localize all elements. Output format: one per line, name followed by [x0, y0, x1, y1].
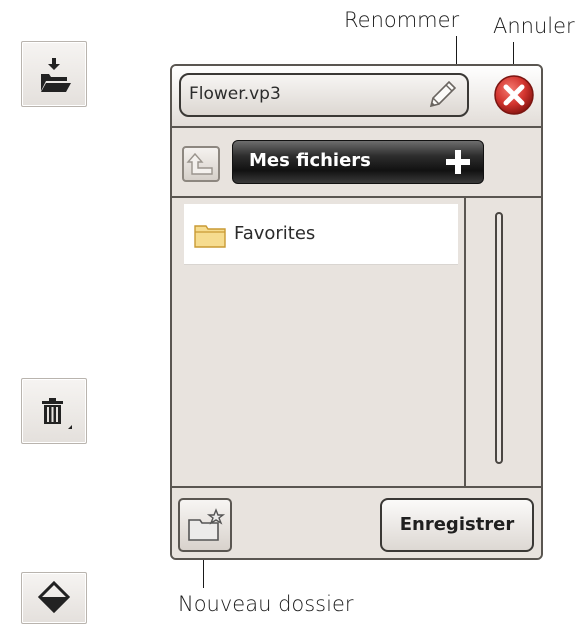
- arrow-up-icon: [186, 152, 213, 175]
- rename-callout: Renommer: [344, 8, 460, 32]
- sort-button[interactable]: [21, 572, 87, 624]
- filename-field[interactable]: Flower.vp3: [179, 73, 469, 117]
- trash-icon: [42, 398, 72, 429]
- folder-icon: [194, 225, 226, 248]
- bottom-bar: Enregistrer: [172, 486, 541, 558]
- filename-text: Flower.vp3: [189, 84, 281, 104]
- diamond-icon: [37, 580, 71, 614]
- new-folder-leader-line: [203, 556, 204, 588]
- load-button[interactable]: [21, 41, 87, 107]
- folder-open-download-icon: [41, 58, 71, 92]
- cancel-callout: Annuler: [493, 14, 575, 38]
- plus-icon[interactable]: [443, 147, 473, 177]
- file-list: Favorites: [172, 198, 466, 486]
- current-folder-selector[interactable]: Mes fichiers: [232, 140, 484, 184]
- save-button-label: Enregistrer: [399, 514, 515, 535]
- new-folder-button[interactable]: [178, 498, 232, 552]
- scroll-track[interactable]: [495, 212, 503, 464]
- scrollbar[interactable]: [474, 206, 534, 484]
- list-item-label: Favorites: [234, 223, 316, 244]
- parent-folder-button[interactable]: [182, 146, 220, 182]
- delete-button[interactable]: [21, 378, 87, 444]
- save-button[interactable]: Enregistrer: [380, 498, 534, 552]
- navigation-bar: Mes fichiers: [172, 128, 541, 198]
- current-folder-label: Mes fichiers: [249, 150, 371, 171]
- list-item[interactable]: Favorites: [184, 204, 458, 265]
- pencil-icon[interactable]: [425, 78, 459, 112]
- new-folder-callout: Nouveau dossier: [178, 592, 354, 616]
- cancel-button[interactable]: [493, 74, 535, 116]
- new-folder-icon: [188, 508, 226, 541]
- file-dialog: Flower.vp3 Mes fichiers Favorites Enregi…: [170, 64, 543, 560]
- title-bar: Flower.vp3: [172, 66, 541, 128]
